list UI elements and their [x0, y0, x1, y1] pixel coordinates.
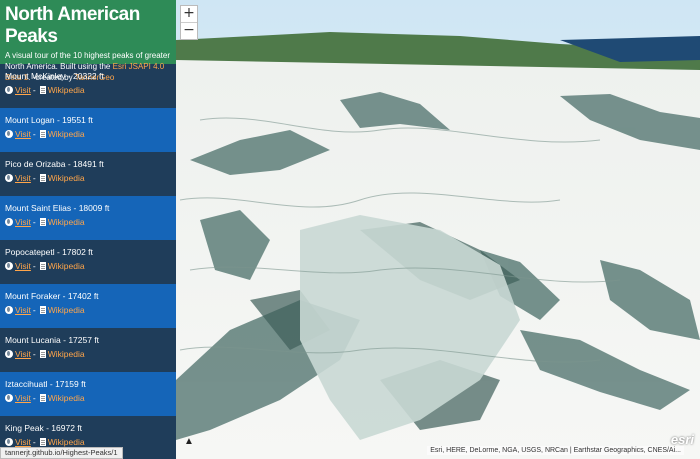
- visit-link[interactable]: Visit: [15, 216, 31, 228]
- globe-icon: [5, 438, 13, 446]
- peak-name: Mount Foraker - 17402 ft: [5, 291, 99, 301]
- wikipedia-link[interactable]: Wikipedia: [48, 128, 85, 140]
- globe-icon: [5, 262, 13, 270]
- visit-link[interactable]: Visit: [15, 172, 31, 184]
- zoom-control: + −: [180, 5, 198, 40]
- globe-icon: [5, 86, 13, 94]
- sidebar-header: North American Peaks A visual tour of th…: [0, 0, 176, 82]
- zoom-in-button[interactable]: +: [181, 6, 197, 23]
- document-icon: [39, 218, 46, 226]
- peaks-sidebar: North American Peaks A visual tour of th…: [0, 0, 176, 459]
- document-icon: [39, 438, 46, 446]
- peak-name: King Peak - 16972 ft: [5, 423, 83, 433]
- globe-icon: [5, 394, 13, 402]
- visit-link[interactable]: Visit: [15, 84, 31, 96]
- globe-icon: [5, 130, 13, 138]
- peak-name: Mount Saint Elias - 18009 ft: [5, 203, 110, 213]
- peak-item: Mount Foraker - 17402 ft Visit - Wikiped…: [0, 284, 176, 328]
- wikipedia-link[interactable]: Wikipedia: [48, 216, 85, 228]
- browser-status-url: tannerjt.github.io/Highest-Peaks/1: [0, 447, 123, 459]
- page-title: North American Peaks: [5, 4, 140, 47]
- wikipedia-link[interactable]: Wikipedia: [48, 84, 85, 96]
- compass-icon[interactable]: ▲: [184, 436, 194, 447]
- wikipedia-link[interactable]: Wikipedia: [48, 348, 85, 360]
- peak-item: Iztaccihuatl - 17159 ft Visit - Wikipedi…: [0, 372, 176, 416]
- globe-icon: [5, 306, 13, 314]
- document-icon: [39, 130, 46, 138]
- document-icon: [39, 394, 46, 402]
- map-attribution: Esri, HERE, DeLorme, NGA, USGS, NRCan | …: [427, 446, 684, 455]
- globe-icon: [5, 350, 13, 358]
- visit-link[interactable]: Visit: [15, 348, 31, 360]
- document-icon: [39, 174, 46, 182]
- peak-name: Popocatepetl - 17802 ft: [5, 247, 93, 257]
- wikipedia-link[interactable]: Wikipedia: [48, 392, 85, 404]
- peak-item: Mount Lucania - 17257 ft Visit - Wikiped…: [0, 328, 176, 372]
- wikipedia-link[interactable]: Wikipedia: [48, 260, 85, 272]
- document-icon: [39, 306, 46, 314]
- peak-item: Pico de Orizaba - 18491 ft Visit - Wikip…: [0, 152, 176, 196]
- globe-icon: [5, 174, 13, 182]
- peak-item: Mount Logan - 19551 ft Visit - Wikipedia: [0, 108, 176, 152]
- peak-name: Pico de Orizaba - 18491 ft: [5, 159, 104, 169]
- esri-logo: esri: [670, 432, 694, 447]
- peak-item: Popocatepetl - 17802 ft Visit - Wikipedi…: [0, 240, 176, 284]
- zoom-out-button[interactable]: −: [181, 23, 197, 39]
- document-icon: [39, 262, 46, 270]
- globe-icon: [5, 218, 13, 226]
- peak-name: Mount Logan - 19551 ft: [5, 115, 93, 125]
- visit-link[interactable]: Visit: [15, 128, 31, 140]
- peak-name: Mount Lucania - 17257 ft: [5, 335, 100, 345]
- document-icon: [39, 86, 46, 94]
- document-icon: [39, 350, 46, 358]
- visit-link[interactable]: Visit: [15, 260, 31, 272]
- peak-item: Mount Saint Elias - 18009 ft Visit - Wik…: [0, 196, 176, 240]
- wikipedia-link[interactable]: Wikipedia: [48, 304, 85, 316]
- wikipedia-link[interactable]: Wikipedia: [48, 172, 85, 184]
- visit-link[interactable]: Visit: [15, 392, 31, 404]
- visit-link[interactable]: Visit: [15, 304, 31, 316]
- peak-name: Iztaccihuatl - 17159 ft: [5, 379, 86, 389]
